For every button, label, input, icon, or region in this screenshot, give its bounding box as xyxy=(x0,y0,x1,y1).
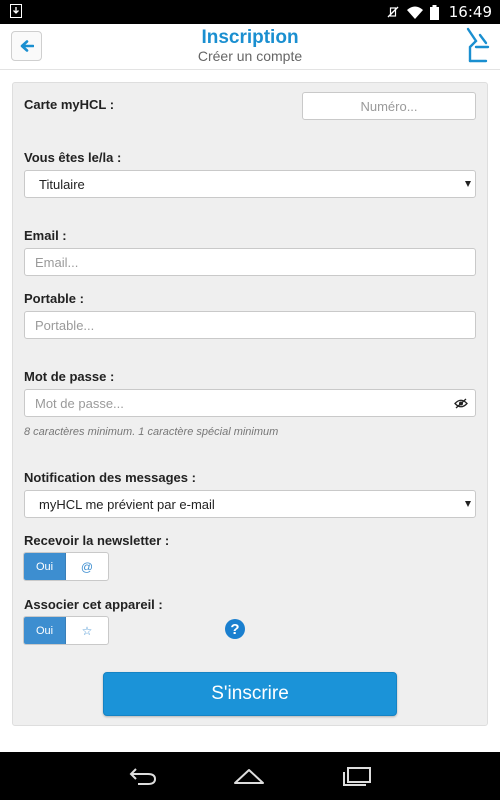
password-hint: 8 caractères minimum. 1 caractère spécia… xyxy=(24,426,279,438)
notification-select[interactable]: myHCL me prévient par e-mail xyxy=(24,490,476,518)
eye-slash-icon[interactable] xyxy=(454,398,468,409)
newsletter-label: Recevoir la newsletter : xyxy=(24,533,170,548)
role-select[interactable]: Titulaire xyxy=(24,170,476,198)
role-select-value: Titulaire xyxy=(39,176,85,192)
email-field[interactable]: Email... xyxy=(24,248,476,276)
battery-icon xyxy=(429,4,439,20)
status-time: 16:49 xyxy=(448,3,492,21)
recents-nav-icon[interactable] xyxy=(342,766,372,786)
mobile-label: Portable : xyxy=(24,291,84,306)
password-field[interactable]: Mot de passe... xyxy=(24,389,476,417)
device-yes-option[interactable]: Oui xyxy=(24,617,66,644)
email-placeholder: Email... xyxy=(35,254,79,270)
back-nav-icon[interactable] xyxy=(128,766,158,786)
newsletter-yes-option[interactable]: Oui xyxy=(24,553,66,580)
password-placeholder: Mot de passe... xyxy=(35,395,124,411)
email-label: Email : xyxy=(24,228,67,243)
dropdown-caret-icon xyxy=(465,501,471,507)
card-label: Carte myHCL : xyxy=(24,97,115,112)
app-screen: 16:49 Inscription Créer un compte Carte … xyxy=(0,0,500,800)
device-toggle[interactable]: Oui ☆ xyxy=(23,616,109,645)
at-icon[interactable]: @ xyxy=(66,553,108,580)
submit-button[interactable]: S'inscrire xyxy=(103,672,397,716)
role-label: Vous êtes le/la : xyxy=(24,150,122,165)
page-subtitle: Créer un compte xyxy=(197,48,303,64)
newsletter-toggle[interactable]: Oui @ xyxy=(23,552,109,581)
home-nav-icon[interactable] xyxy=(233,766,265,786)
notification-select-value: myHCL me prévient par e-mail xyxy=(39,496,215,512)
dropdown-caret-icon xyxy=(465,181,471,187)
app-header: Inscription Créer un compte xyxy=(0,24,500,70)
mobile-field[interactable]: Portable... xyxy=(24,311,476,339)
download-icon xyxy=(10,4,22,18)
mobile-placeholder: Portable... xyxy=(35,317,95,333)
wifi-icon xyxy=(406,6,423,19)
password-label: Mot de passe : xyxy=(24,369,115,384)
card-number-placeholder: Numéro... xyxy=(360,98,418,114)
star-icon[interactable]: ☆ xyxy=(66,617,108,644)
hcl-logo-icon xyxy=(466,27,490,63)
card-number-input[interactable]: Numéro... xyxy=(302,92,476,120)
notification-label: Notification des messages : xyxy=(24,470,196,485)
help-icon[interactable]: ? xyxy=(225,619,245,639)
device-label: Associer cet appareil : xyxy=(24,597,163,612)
page-title: Inscription xyxy=(201,27,299,48)
status-bar: 16:49 xyxy=(0,0,500,24)
system-nav-bar xyxy=(0,752,500,800)
vibrate-icon xyxy=(387,6,399,18)
